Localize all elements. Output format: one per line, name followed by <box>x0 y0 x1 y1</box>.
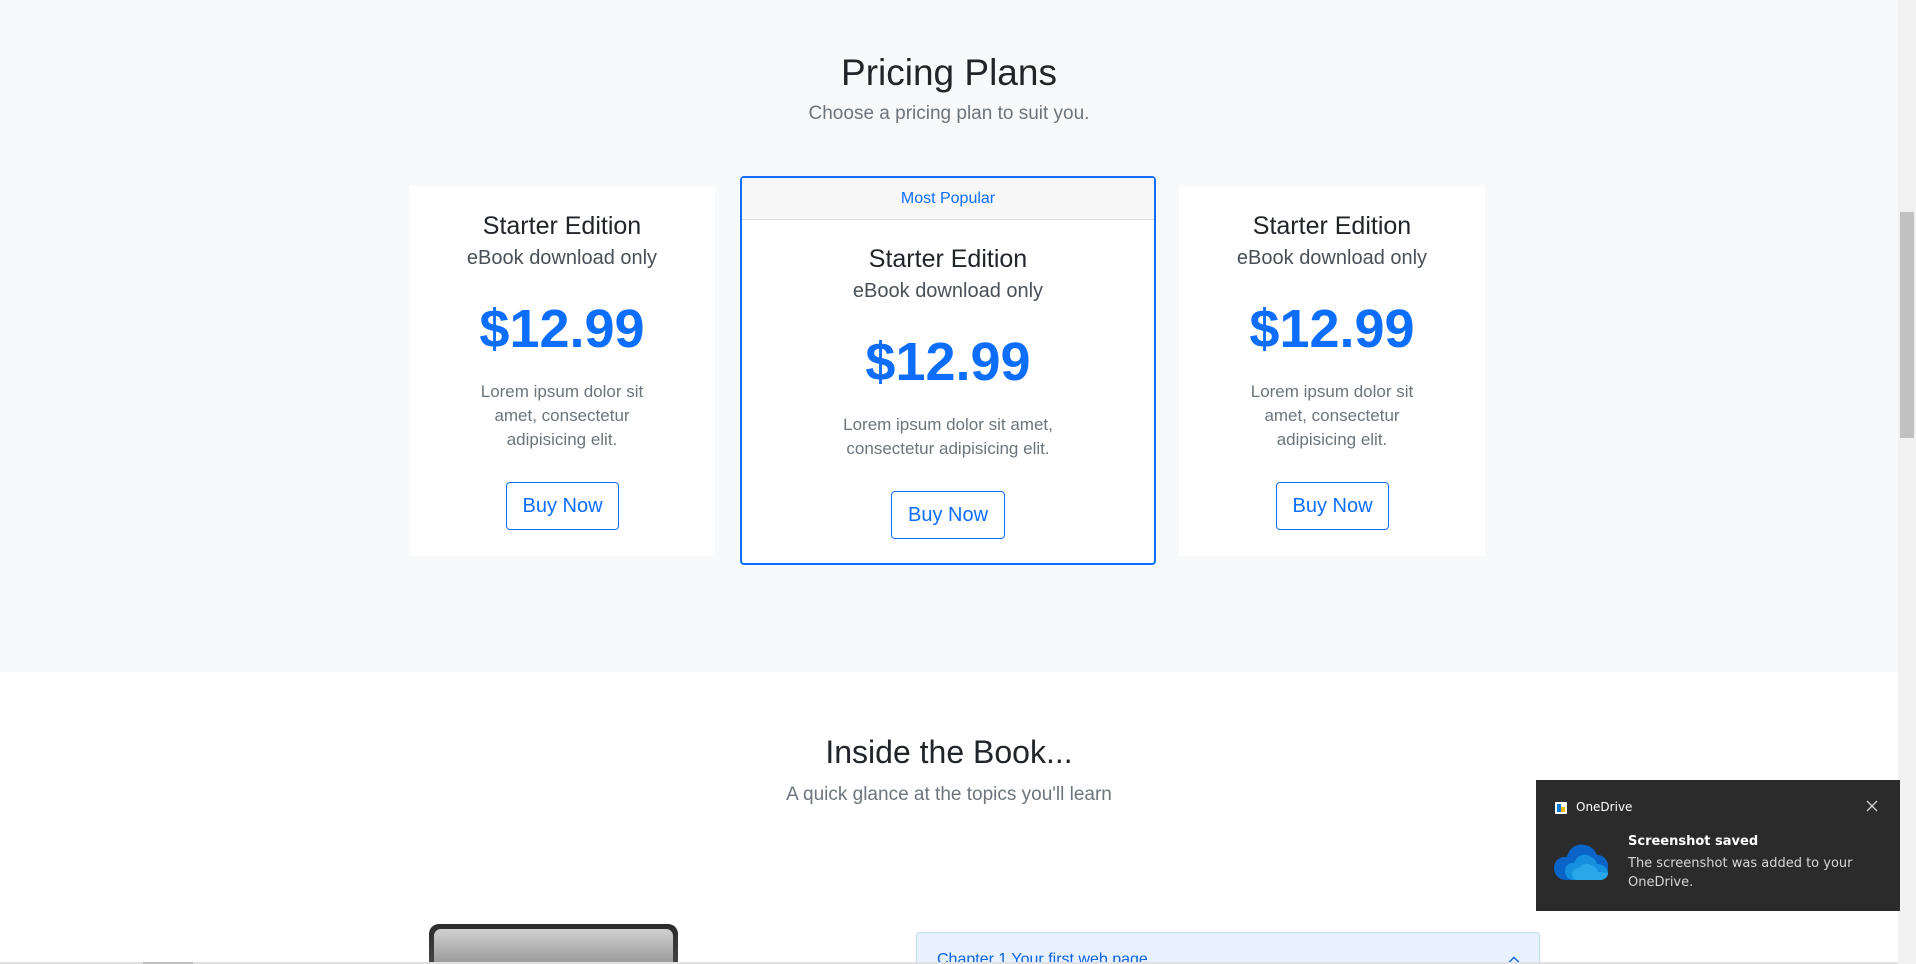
pricing-subtitle: Choose a pricing plan to suit you. <box>808 103 1090 124</box>
vertical-scrollbar[interactable] <box>1898 0 1916 964</box>
plan-description-line: adipisicing elit. <box>506 430 618 449</box>
plan-price: $12.99 <box>865 332 1031 392</box>
pricing-card-most-popular: Most Popular Starter Edition eBook downl… <box>740 176 1156 565</box>
buy-now-button[interactable]: Buy Now <box>891 491 1005 539</box>
pricing-title: Pricing Plans <box>841 52 1057 93</box>
notification-title: Screenshot saved <box>1628 834 1759 849</box>
plan-subtitle: eBook download only <box>466 247 658 269</box>
buy-now-button[interactable]: Buy Now <box>1276 482 1389 530</box>
notification-app-name: OneDrive <box>1576 800 1633 814</box>
onedrive-notification[interactable]: OneDrive Screenshot saved The screenshot… <box>1536 780 1900 911</box>
plan-description-line: consectetur adipisicing elit. <box>846 439 1050 458</box>
plan-subtitle: eBook download only <box>1236 247 1428 269</box>
onedrive-icon <box>1555 802 1567 814</box>
plan-description: Lorem ipsum dolor sit amet, consectetur … <box>1179 380 1485 452</box>
plan-description: Lorem ipsum dolor sit amet, consectetur … <box>409 380 715 452</box>
plan-description-line: Lorem ipsum dolor sit <box>480 382 644 401</box>
book-section-title: Inside the Book... <box>825 734 1073 770</box>
pricing-card-starter-right: Starter Edition eBook download only $12.… <box>1179 186 1485 556</box>
accordion-item-chapter-1[interactable]: Chapter 1 Your first web page <box>916 932 1540 964</box>
scrollbar-thumb[interactable] <box>1900 212 1914 438</box>
plan-description: Lorem ipsum dolor sit amet, consectetur … <box>742 413 1154 461</box>
close-icon[interactable] <box>1864 798 1880 814</box>
plan-title: Starter Edition <box>1252 212 1412 240</box>
plan-subtitle: eBook download only <box>852 280 1044 302</box>
book-cover-image <box>429 924 678 964</box>
plan-description-line: amet, consectetur <box>1264 406 1400 425</box>
plan-description-line: amet, consectetur <box>494 406 630 425</box>
plan-description-line: Lorem ipsum dolor sit <box>1250 382 1414 401</box>
cloud-icon <box>1554 844 1609 880</box>
plan-title: Starter Edition <box>482 212 642 240</box>
plan-price: $12.99 <box>1249 299 1415 359</box>
notification-body: The screenshot was added to your OneDriv… <box>1628 856 1853 890</box>
pricing-card-starter-left: Starter Edition eBook download only $12.… <box>409 186 715 556</box>
plan-description-line: Lorem ipsum dolor sit amet, <box>843 415 1053 434</box>
plan-description-line: adipisicing elit. <box>1276 430 1388 449</box>
buy-now-button[interactable]: Buy Now <box>506 482 619 530</box>
pricing-section: Pricing Plans Choose a pricing plan to s… <box>0 0 1898 672</box>
plan-title: Starter Edition <box>868 245 1028 273</box>
plan-price: $12.99 <box>479 299 645 359</box>
most-popular-badge: Most Popular <box>742 178 1154 220</box>
